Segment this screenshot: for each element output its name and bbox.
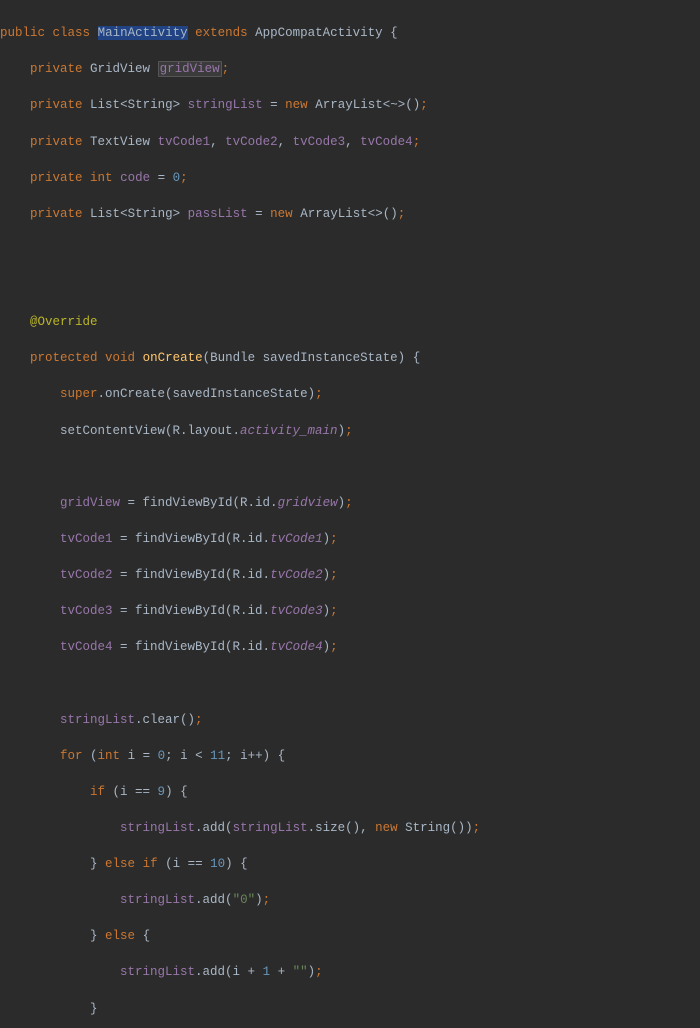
code-line: for (int i = 0; i < 11; i++) { — [0, 747, 700, 765]
code-line: private List<String> passList = new Arra… — [0, 205, 700, 223]
code-line: private TextView tvCode1, tvCode2, tvCod… — [0, 133, 700, 151]
code-line: tvCode3 = findViewById(R.id.tvCode3); — [0, 602, 700, 620]
code-line: private int code = 0; — [0, 169, 700, 187]
code-line: tvCode1 = findViewById(R.id.tvCode1); — [0, 530, 700, 548]
keyword: extends — [195, 26, 248, 40]
keyword: public — [0, 26, 45, 40]
code-line: tvCode4 = findViewById(R.id.tvCode4); — [0, 638, 700, 656]
code-line: if (i == 9) { — [0, 783, 700, 801]
blank-line — [0, 458, 700, 476]
code-line: } else if (i == 10) { — [0, 855, 700, 873]
keyword: class — [53, 26, 91, 40]
code-line: stringList.clear(); — [0, 711, 700, 729]
code-editor[interactable]: public class MainActivity extends AppCom… — [0, 6, 700, 1028]
code-line: setContentView(R.layout.activity_main); — [0, 422, 700, 440]
code-line: super.onCreate(savedInstanceState); — [0, 385, 700, 403]
code-line: private List<String> stringList = new Ar… — [0, 96, 700, 114]
class-name: MainActivity — [98, 26, 188, 40]
code-line: } else { — [0, 927, 700, 945]
blank-line — [0, 277, 700, 295]
code-line: protected void onCreate(Bundle savedInst… — [0, 349, 700, 367]
method-oncreate: onCreate — [143, 351, 203, 365]
code-line: public class MainActivity extends AppCom… — [0, 24, 700, 42]
code-line: stringList.add("0"); — [0, 891, 700, 909]
code-line: @Override — [0, 313, 700, 331]
code-line: gridView = findViewById(R.id.gridview); — [0, 494, 700, 512]
blank-line — [0, 674, 700, 692]
annotation: @Override — [30, 315, 98, 329]
code-line: stringList.add(i + 1 + ""); — [0, 963, 700, 981]
supertype: AppCompatActivity — [255, 26, 383, 40]
blank-line — [0, 241, 700, 259]
code-line: private GridView gridView; — [0, 60, 700, 78]
code-line: tvCode2 = findViewById(R.id.tvCode2); — [0, 566, 700, 584]
code-line: } — [0, 1000, 700, 1018]
field-gridview: gridView — [158, 61, 222, 77]
code-line: stringList.add(stringList.size(), new St… — [0, 819, 700, 837]
